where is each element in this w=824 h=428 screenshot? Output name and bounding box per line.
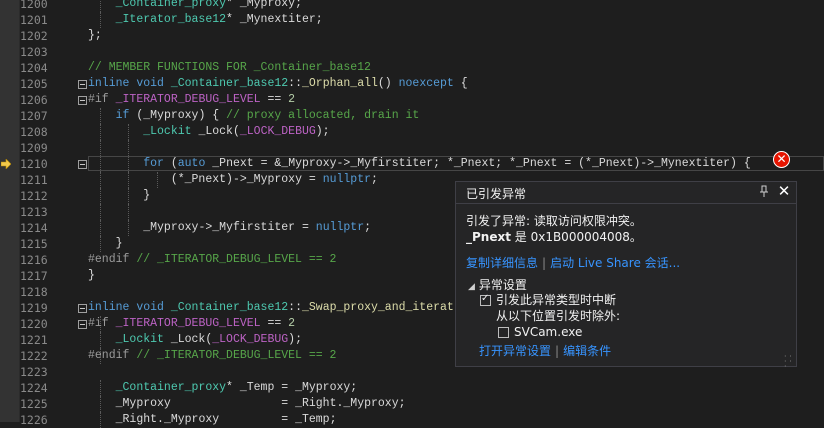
code-text: _Myproxy = _Right._Myproxy;	[115, 397, 406, 410]
line-number: 1205	[20, 77, 48, 91]
line-number: 1203	[20, 45, 48, 59]
line-number: 1217	[20, 269, 48, 283]
line-number: 1226	[20, 413, 48, 427]
pin-icon[interactable]	[759, 185, 771, 199]
code-line[interactable]: 1201 _Iterator_base12* _Mynextiter;	[0, 12, 824, 28]
code-text: }	[88, 237, 123, 250]
code-text: for (auto _Pnext = &_Myproxy->_Myfirstit…	[143, 157, 751, 170]
line-number: 1207	[20, 109, 48, 123]
fold-collapse-icon[interactable]	[78, 304, 87, 313]
line-number: 1206	[20, 93, 48, 107]
open-exception-settings-link[interactable]: 打开异常设置	[479, 344, 551, 358]
resize-grip-icon[interactable]: · · · · ·	[784, 353, 794, 371]
code-text: }	[88, 269, 95, 282]
link-separator: |	[542, 256, 547, 270]
line-number: 1222	[20, 349, 48, 363]
line-number: 1225	[20, 397, 48, 411]
popup-divider	[456, 203, 796, 204]
code-line[interactable]: 1202};	[0, 28, 824, 44]
code-line[interactable]: 1209	[0, 140, 824, 156]
settings-links: 打开异常设置 | 编辑条件	[479, 344, 611, 359]
live-share-link[interactable]: 启动 Live Share 会话...	[550, 256, 680, 270]
code-text: #endif // _ITERATOR_DEBUG_LEVEL == 2	[88, 349, 337, 362]
code-text: (*_Pnext)->_Myproxy = nullptr;	[88, 173, 378, 186]
code-line[interactable]: 1208 _Lockit _Lock(_LOCK_DEBUG);	[0, 124, 824, 140]
fold-collapse-icon[interactable]	[78, 96, 87, 105]
line-number: 1213	[20, 205, 48, 219]
copy-details-link[interactable]: 复制详细信息	[466, 256, 538, 270]
break-on-type-label: 引发此异常类型时中断	[496, 293, 617, 307]
code-text: if (_Myproxy) { // proxy allocated, drai…	[115, 109, 420, 122]
exception-message: 引发了异常: 读取访问权限冲突。	[466, 214, 642, 228]
break-on-type-checkbox[interactable]	[480, 293, 491, 306]
fold-collapse-icon[interactable]	[78, 80, 87, 89]
code-text: _Container_proxy* _Myproxy;	[115, 0, 302, 10]
code-line[interactable]: 1206 #if _ITERATOR_DEBUG_LEVEL == 2	[0, 92, 824, 108]
code-line[interactable]: 1210 for (auto _Pnext = &_Myproxy->_Myfi…	[0, 156, 824, 172]
action-links: 复制详细信息 | 启动 Live Share 会话...	[466, 256, 680, 271]
code-text: _Right._Myproxy = _Temp;	[115, 413, 337, 426]
error-icon[interactable]: ✕	[773, 151, 790, 168]
edit-conditions-link[interactable]: 编辑条件	[563, 344, 611, 358]
line-number: 1212	[20, 189, 48, 203]
line-number: 1215	[20, 237, 48, 251]
line-number: 1200	[20, 0, 48, 11]
line-number: 1201	[20, 13, 48, 27]
code-text: #if _ITERATOR_DEBUG_LEVEL == 2	[88, 317, 296, 330]
fold-collapse-icon[interactable]	[78, 320, 87, 329]
exception-settings-label: 异常设置	[478, 278, 527, 292]
code-line[interactable]: 1204 // MEMBER FUNCTIONS FOR _Container_b…	[0, 60, 824, 76]
code-text: #if _ITERATOR_DEBUG_LEVEL == 2	[88, 93, 296, 106]
exception-popup: 已引发异常 ✕ 引发了异常: 读取访问权限冲突。 _Pnext 是 0x1B00…	[455, 181, 797, 371]
indent-guide	[128, 204, 130, 220]
line-number: 1204	[20, 61, 48, 75]
code-text: inline void _Container_base12::_Swap_pro…	[88, 301, 454, 314]
code-text: _Lockit _Lock(_LOCK_DEBUG);	[143, 125, 330, 138]
code-text: _Container_proxy* _Temp = _Myproxy;	[115, 381, 358, 394]
code-line[interactable]: 1224 _Container_proxy* _Temp = _Myproxy;	[0, 380, 824, 396]
code-line[interactable]: 1225 _Myproxy = _Right._Myproxy;	[0, 396, 824, 412]
line-number: 1216	[20, 253, 48, 267]
code-text: };	[88, 29, 102, 42]
link-separator: |	[555, 344, 560, 358]
exception-variable: _Pnext	[466, 230, 511, 244]
code-text: // MEMBER FUNCTIONS FOR _Container_base1…	[88, 61, 371, 74]
line-number: 1223	[20, 365, 48, 379]
indent-guide	[128, 140, 130, 156]
exception-value: 是 0x1B000004008。	[510, 230, 642, 244]
code-text: _Myproxy->_Myfirstiter = nullptr;	[143, 221, 372, 234]
line-number: 1220	[20, 317, 48, 331]
code-line[interactable]: 1205 inline void _Container_base12::_Orph…	[0, 76, 824, 92]
line-number: 1218	[20, 285, 48, 299]
code-line[interactable]: 1207 if (_Myproxy) { // proxy allocated,…	[0, 108, 824, 124]
line-number: 1221	[20, 333, 48, 347]
line-number: 1214	[20, 221, 48, 235]
code-text: _Lockit _Lock(_LOCK_DEBUG);	[115, 333, 302, 346]
code-text: }	[88, 189, 151, 202]
collapse-triangle-icon[interactable]: ◢	[468, 280, 475, 295]
code-line[interactable]: 1200 _Container_proxy* _Myproxy;	[0, 0, 824, 12]
close-icon[interactable]: ✕	[776, 183, 792, 199]
line-number: 1210	[20, 157, 48, 171]
line-number: 1202	[20, 29, 48, 43]
indent-guide	[100, 204, 102, 220]
code-text: _Iterator_base12* _Mynextiter;	[115, 13, 323, 26]
module-name: SVCam.exe	[514, 325, 583, 339]
line-number: 1209	[20, 141, 48, 155]
code-text: inline void _Container_base12::_Orphan_a…	[88, 77, 468, 90]
line-number: 1208	[20, 125, 48, 139]
line-number: 1211	[20, 173, 48, 187]
popup-title: 已引发异常	[466, 187, 527, 201]
code-line[interactable]: 1226 _Right._Myproxy = _Temp;	[0, 412, 824, 428]
line-number: 1224	[20, 381, 48, 395]
code-line[interactable]: 1203	[0, 44, 824, 60]
except-from-label: 从以下位置引发时除外:	[496, 309, 621, 323]
module-exception-checkbox[interactable]	[498, 327, 509, 338]
fold-collapse-icon[interactable]	[78, 160, 87, 169]
code-text: #endif // _ITERATOR_DEBUG_LEVEL == 2	[88, 253, 337, 266]
execution-pointer-icon	[1, 159, 11, 169]
indent-guide	[100, 140, 102, 156]
line-number: 1219	[20, 301, 48, 315]
exception-detail: _Pnext 是 0x1B000004008。	[466, 230, 642, 245]
